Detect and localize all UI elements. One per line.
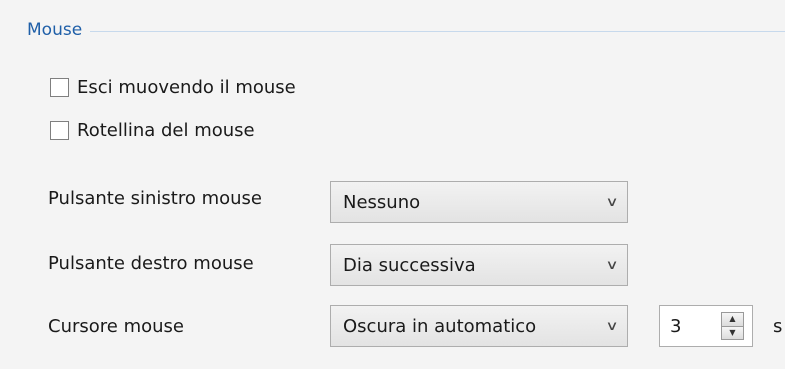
right-button-dropdown[interactable]: Dia successiva ∨	[330, 244, 628, 286]
exit-on-mouse-move-label: Esci muovendo il mouse	[77, 77, 296, 98]
spin-up-icon[interactable]: ▲	[722, 313, 743, 327]
group-title: Mouse	[27, 20, 83, 40]
cursor-delay-stepper[interactable]: 3 ▲ ▼	[659, 305, 753, 347]
left-button-dropdown[interactable]: Nessuno ∨	[330, 181, 628, 223]
right-button-value: Dia successiva	[343, 254, 476, 276]
left-button-label: Pulsante sinistro mouse	[48, 188, 262, 209]
mouse-wheel-label: Rotellina del mouse	[77, 120, 255, 141]
cursor-delay-unit: s	[773, 316, 783, 337]
cursor-delay-value[interactable]: 3	[660, 306, 721, 346]
chevron-down-icon: ∨	[605, 318, 619, 334]
chevron-down-icon: ∨	[605, 194, 619, 210]
cursor-label: Cursore mouse	[48, 316, 184, 337]
spin-down-icon[interactable]: ▼	[722, 326, 743, 339]
exit-on-mouse-move-checkbox[interactable]	[50, 78, 69, 97]
exit-on-mouse-move-option[interactable]: Esci muovendo il mouse	[50, 77, 296, 98]
group-divider	[90, 30, 785, 32]
mouse-settings-panel: Mouse Esci muovendo il mouse Rotellina d…	[0, 0, 785, 369]
mouse-wheel-checkbox[interactable]	[50, 121, 69, 140]
right-button-label: Pulsante destro mouse	[48, 253, 254, 274]
cursor-value: Oscura in automatico	[343, 315, 537, 337]
left-button-value: Nessuno	[343, 191, 421, 213]
group-header: Mouse	[27, 20, 785, 40]
cursor-dropdown[interactable]: Oscura in automatico ∨	[330, 305, 628, 347]
chevron-down-icon: ∨	[605, 257, 619, 273]
stepper-buttons: ▲ ▼	[721, 312, 744, 340]
mouse-wheel-option[interactable]: Rotellina del mouse	[50, 120, 255, 141]
